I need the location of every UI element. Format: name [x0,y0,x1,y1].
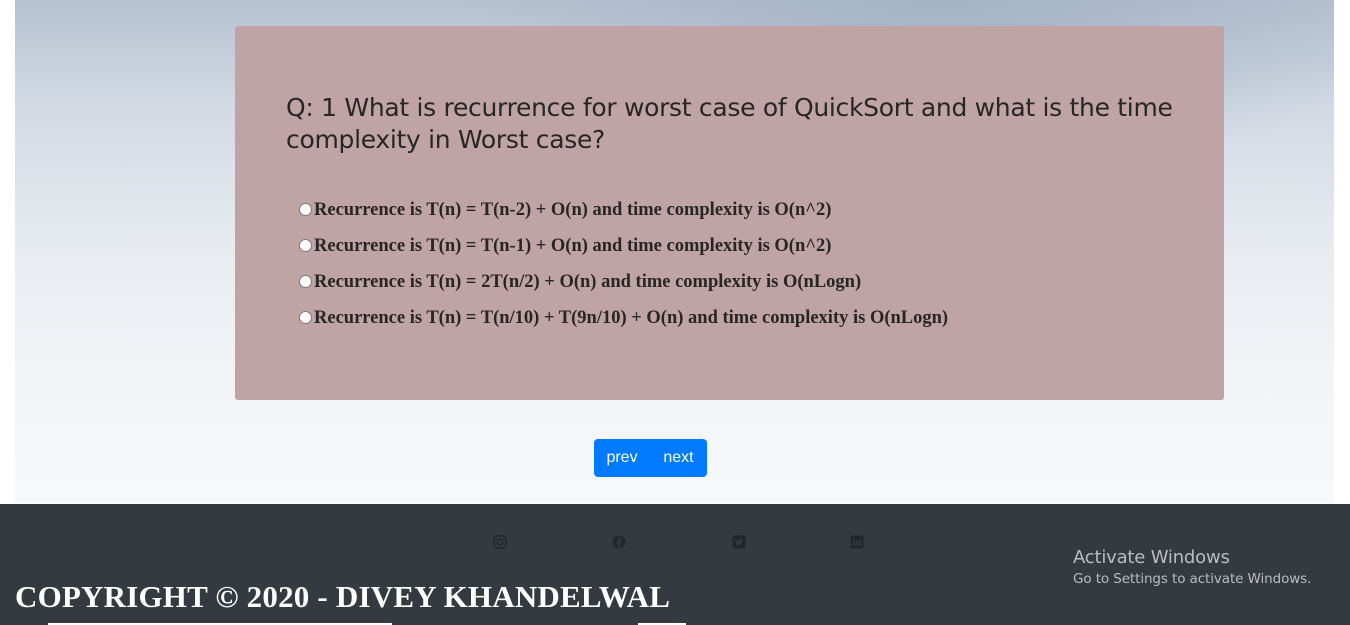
activate-windows-subtitle: Go to Settings to activate Windows. [1073,571,1312,587]
question-title: Q: 1 What is recurrence for worst case o… [286,93,1173,154]
activate-windows-watermark: Activate Windows Go to Settings to activ… [1073,547,1311,589]
answer-option-label: Recurrence is T(n) = 2T(n/2) + O(n) and … [314,271,862,292]
answer-option-label: Recurrence is T(n) = T(n-2) + O(n) and t… [314,199,832,220]
copyright-text: COPYRIGHT © 2020 - DIVEY KHANDELWAL [15,579,671,614]
answer-option[interactable]: Recurrence is T(n) = T(n-1) + O(n) and t… [299,228,948,264]
answer-option[interactable]: Recurrence is T(n) = T(n-2) + O(n) and t… [299,192,948,228]
radio-button[interactable] [299,310,312,324]
answer-option-label: Recurrence is T(n) = T(n-1) + O(n) and t… [314,235,832,256]
pagination: prev next [594,439,707,477]
next-button[interactable]: next [650,439,707,477]
twitter-icon[interactable] [732,535,746,549]
prev-button[interactable]: prev [594,439,650,477]
instagram-icon[interactable] [493,535,507,549]
linkedin-icon[interactable] [850,535,864,549]
activate-windows-title: Activate Windows [1073,547,1230,568]
facebook-icon[interactable] [612,535,626,549]
footer: COPYRIGHT © 2020 - DIVEY KHANDELWAL Acti… [0,504,1350,625]
radio-button[interactable] [299,238,312,252]
answer-options: Recurrence is T(n) = T(n-2) + O(n) and t… [299,192,948,336]
question-card: Q: 1 What is recurrence for worst case o… [235,26,1224,400]
radio-button[interactable] [299,202,312,216]
answer-option[interactable]: Recurrence is T(n) = T(n/10) + T(9n/10) … [299,300,948,336]
radio-button[interactable] [299,274,312,288]
answer-option[interactable]: Recurrence is T(n) = 2T(n/2) + O(n) and … [299,264,948,300]
answer-option-label: Recurrence is T(n) = T(n/10) + T(9n/10) … [314,307,949,328]
